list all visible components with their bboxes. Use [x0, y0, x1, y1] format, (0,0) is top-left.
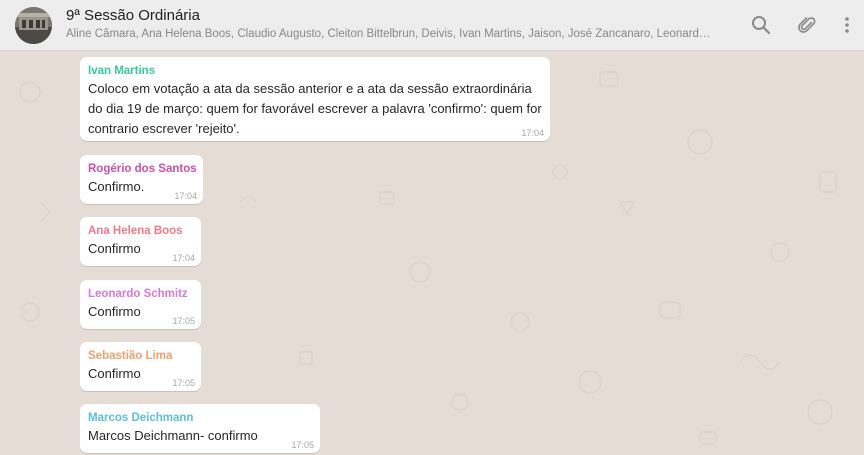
message-bubble[interactable]: Ana Helena Boos Confirmo 17:04 [80, 217, 201, 266]
chat-members: Aline Câmara, Ana Helena Boos, Claudio A… [66, 28, 711, 40]
attach-icon[interactable] [794, 12, 820, 38]
chat-header: 9ª Sessão Ordinária Aline Câmara, Ana He… [0, 0, 864, 51]
message-sender: Ana Helena Boos [88, 225, 183, 237]
message-bubble[interactable]: Rogério dos Santos Confirmo. 17:04 [80, 155, 203, 204]
message-sender: Rogério dos Santos [88, 163, 197, 175]
message-time: 17:05 [172, 378, 195, 388]
chat-title: 9ª Sessão Ordinária [66, 7, 200, 24]
message-bubble[interactable]: Ivan Martins Coloco em votação a ata da … [80, 57, 550, 141]
message-time: 17:04 [521, 128, 544, 138]
menu-icon[interactable] [841, 12, 853, 38]
search-icon[interactable] [748, 12, 774, 38]
message-time: 17:04 [172, 253, 195, 263]
message-bubble[interactable]: Marcos Deichmann Marcos Deichmann- confi… [80, 404, 320, 453]
message-sender: Leonardo Schmitz [88, 288, 188, 300]
message-bubble[interactable]: Sebastião Lima Confirmo 17:05 [80, 342, 201, 391]
chat-titles[interactable]: 9ª Sessão Ordinária Aline Câmara, Ana He… [66, 7, 726, 42]
message-sender: Sebastião Lima [88, 350, 173, 362]
group-avatar[interactable] [15, 7, 52, 44]
message-text: Marcos Deichmann- confirmo [88, 428, 258, 443]
message-bubble[interactable]: Leonardo Schmitz Confirmo 17:05 [80, 280, 201, 329]
message-text: Coloco em votação a ata da sessão anteri… [88, 81, 542, 136]
message-time: 17:04 [174, 191, 197, 201]
message-time: 17:05 [172, 316, 195, 326]
chat-area: Ivan Martins Coloco em votação a ata da … [0, 52, 864, 455]
message-time: 17:05 [291, 440, 314, 450]
message-sender: Marcos Deichmann [88, 412, 194, 424]
message-sender: Ivan Martins [88, 65, 156, 77]
